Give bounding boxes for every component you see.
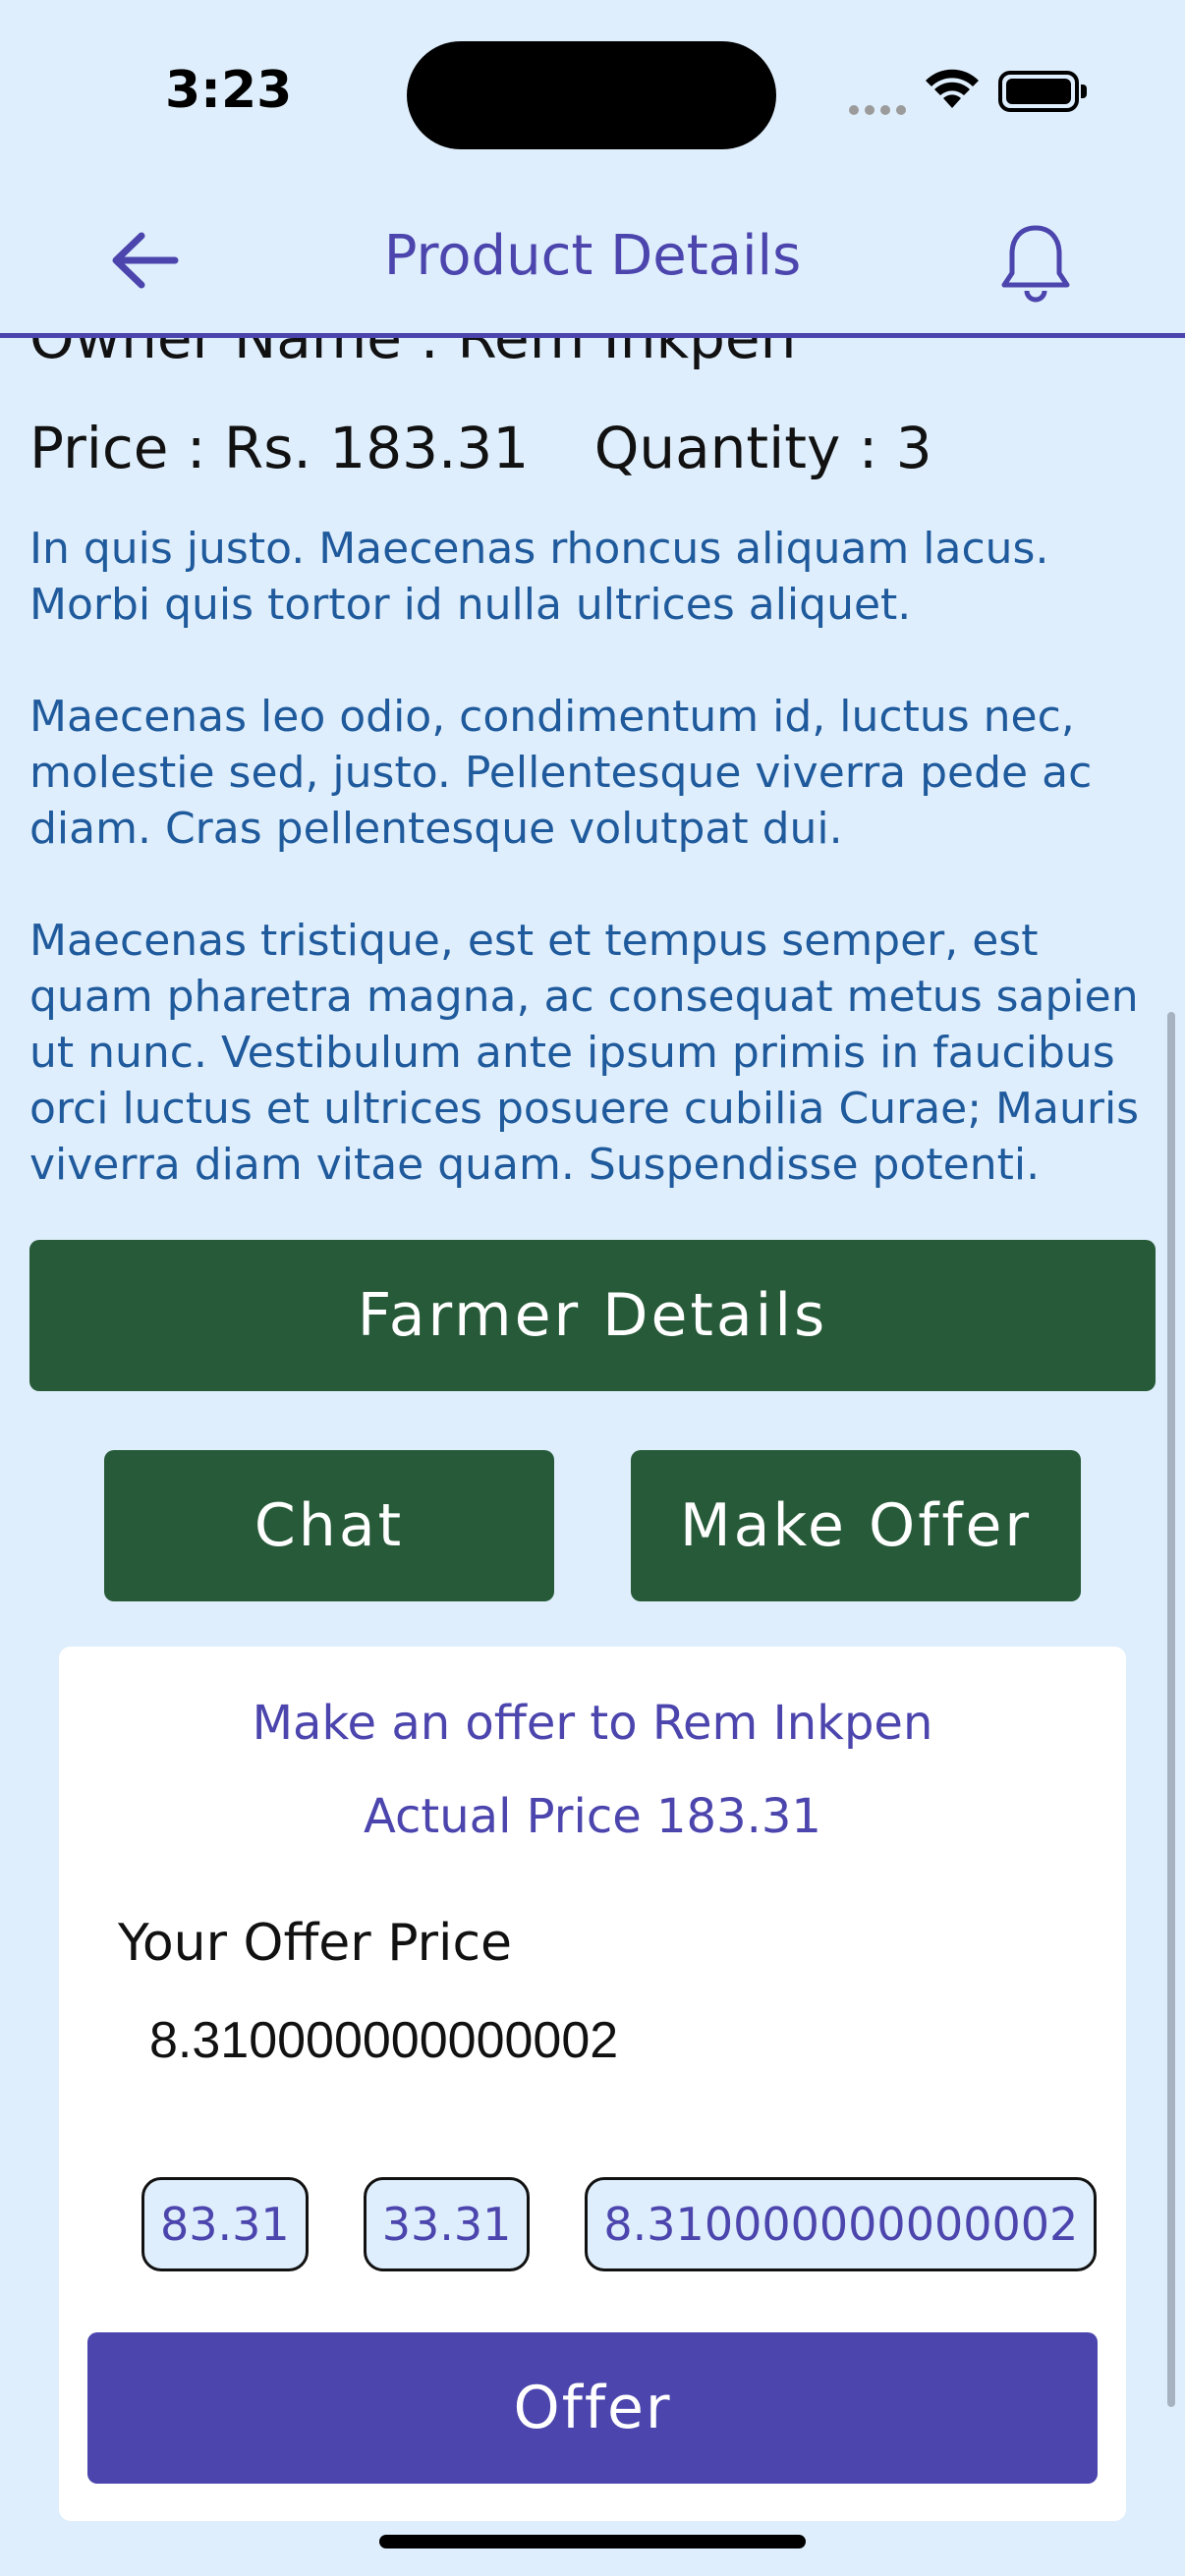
offer-submit-button[interactable]: Offer [87, 2332, 1098, 2484]
offer-suggestions: 83.31 33.31 8.310000000000002 [141, 2177, 1152, 2271]
description-paragraph: Maecenas leo odio, condimentum id, luctu… [29, 692, 1093, 854]
offer-price-label: Your Offer Price [118, 1914, 513, 1973]
farmer-details-button[interactable]: Farmer Details [29, 1240, 1156, 1391]
status-bar: 3:23 [0, 0, 1185, 187]
make-offer-button[interactable]: Make Offer [631, 1450, 1081, 1601]
suggestion-chip[interactable]: 83.31 [141, 2177, 309, 2271]
chat-button[interactable]: Chat [104, 1450, 554, 1601]
offer-card-title: Make an offer to Rem Inkpen [252, 1696, 933, 1751]
suggestion-chip[interactable]: 8.310000000000002 [585, 2177, 1098, 2271]
description-paragraph: In quis justo. Maecenas rhoncus aliquam … [29, 524, 1049, 630]
product-details-content[interactable]: Owner Name : Rem Inkpen Price : Rs. 183.… [0, 334, 1185, 2576]
scrollbar[interactable] [1167, 1012, 1175, 2407]
offer-price-input[interactable] [147, 2010, 1036, 2071]
battery-icon [998, 71, 1087, 112]
bell-icon[interactable] [996, 222, 1075, 307]
offer-card: Make an offer to Rem Inkpen Actual Price… [59, 1647, 1126, 2521]
quantity-text: Quantity : 3 [593, 415, 932, 481]
status-time: 3:23 [165, 61, 293, 120]
signal-icon [849, 100, 912, 119]
price-quantity-row: Price : Rs. 183.31 Quantity : 3 [29, 415, 980, 481]
price-text: Price : Rs. 183.31 [29, 415, 530, 481]
product-description: In quis justo. Maecenas rhoncus aliquam … [29, 521, 1159, 1249]
owner-name: Owner Name : Rem Inkpen [29, 334, 797, 371]
home-indicator [379, 2535, 806, 2548]
app-header: Product Details [0, 187, 1185, 338]
description-paragraph: Maecenas tristique, est et tempus semper… [29, 916, 1140, 1190]
wifi-icon [926, 69, 979, 108]
actual-price: Actual Price 183.31 [364, 1789, 821, 1844]
dynamic-island [407, 41, 776, 149]
suggestion-chip[interactable]: 33.31 [363, 2177, 531, 2271]
